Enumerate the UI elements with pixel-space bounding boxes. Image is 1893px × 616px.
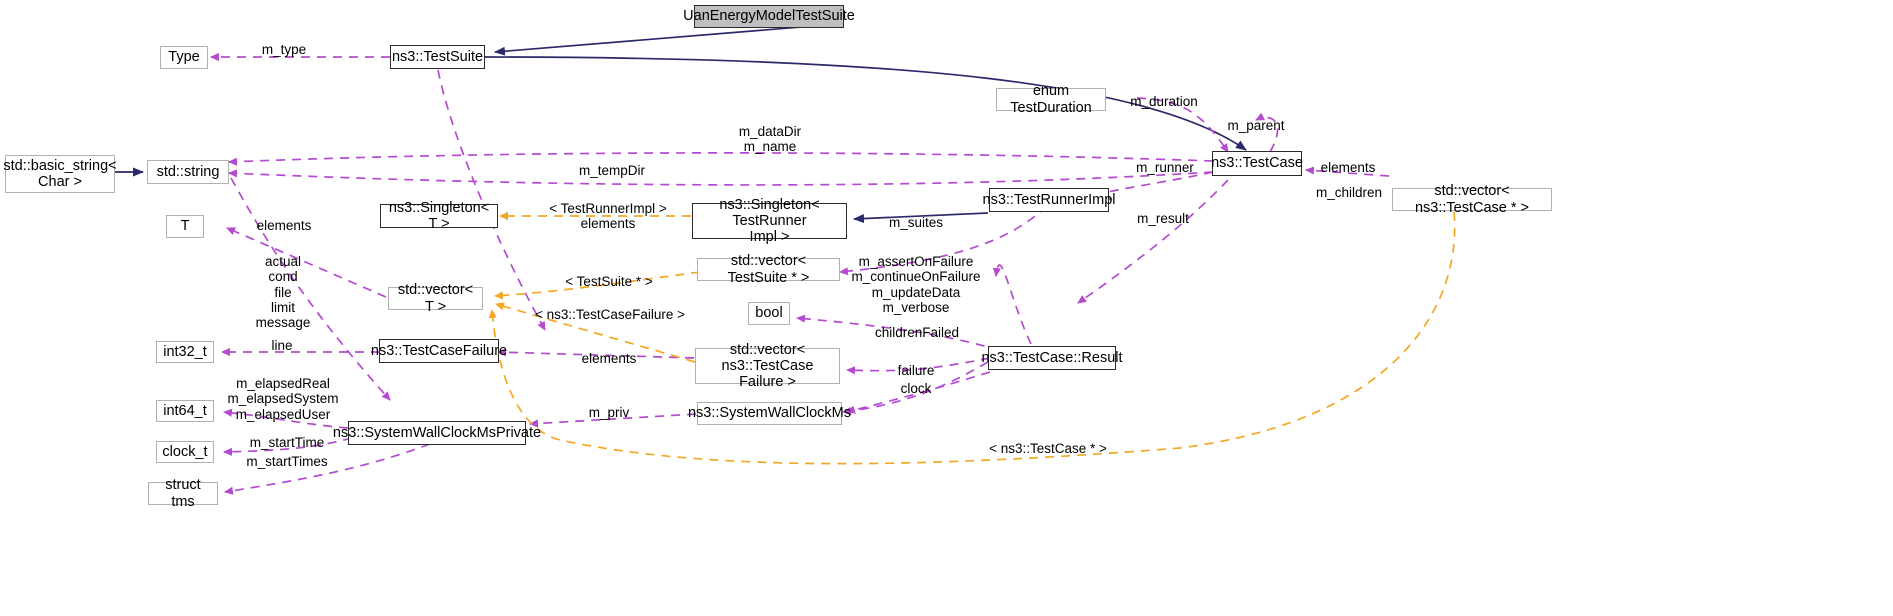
edge-label-elements-testcase: elements <box>1320 160 1376 175</box>
edge-label-template-testsuite-ptr: < TestSuite * > <box>565 274 653 289</box>
edge-label-testrunnerimpl-elements: < TestRunnerImpl > elements <box>549 201 667 232</box>
edge-label-elements-t: elements <box>256 218 312 233</box>
edge-label-elapsed-fields: m_elapsedReal m_elapsedSystem m_elapsedU… <box>227 376 339 422</box>
node-struct-tms[interactable]: struct tms <box>148 477 218 510</box>
node-ns3-systemwallclockmsprivate[interactable]: ns3::SystemWallClockMsPrivate <box>333 421 541 445</box>
node-std-basic-string[interactable]: std::basic_string< Char > <box>3 155 117 193</box>
edge-label-m-duration: m_duration <box>1130 94 1198 109</box>
edge-label-m-children: m_children <box>1315 185 1383 200</box>
node-vector-testsuite-ptr[interactable]: std::vector< TestSuite * > <box>697 253 840 286</box>
node-ns3-testcase[interactable]: ns3::TestCase <box>1211 151 1303 176</box>
node-template-t[interactable]: T <box>166 215 204 238</box>
node-enum-testduration[interactable]: enum TestDuration <box>996 83 1106 116</box>
edge-label-m-priv: m_priv <box>588 405 630 420</box>
edge-label-m-result: m_result <box>1137 211 1189 226</box>
edge-label-m-parent: m_parent <box>1227 118 1285 133</box>
edge-label-m-type: m_type <box>261 42 307 57</box>
edge-label-m-datadir-m-name: m_dataDir m_name <box>738 124 802 155</box>
edge-label-failure: failure <box>897 363 935 378</box>
node-vector-testcase-ptr[interactable]: std::vector< ns3::TestCase * > <box>1392 183 1552 216</box>
edge-label-childrenfailed: childrenFailed <box>874 325 960 340</box>
edge-label-m-suites: m_suites <box>888 215 944 230</box>
edge-label-testcasefailure-fields: actual cond file limit message <box>255 254 311 330</box>
node-bool[interactable]: bool <box>748 302 790 325</box>
node-ns3-testsuite[interactable]: ns3::TestSuite <box>390 45 485 69</box>
node-vector-testcasefailure[interactable]: std::vector< ns3::TestCase Failure > <box>695 342 840 390</box>
node-ns3-singleton-t[interactable]: ns3::Singleton< T > <box>380 200 498 232</box>
diagram-canvas: UanEnergyModelTestSuite Type ns3::TestSu… <box>0 0 1893 616</box>
edge-label-m-starttime: m_startTime <box>249 435 325 450</box>
node-vector-t[interactable]: std::vector< T > <box>388 282 483 315</box>
edge-label-m-tempdir: m_tempDir <box>578 163 646 178</box>
node-ns3-systemwallclockms[interactable]: ns3::SystemWallClockMs <box>688 402 851 425</box>
node-std-string[interactable]: std::string <box>147 160 229 184</box>
node-ns3-singleton-testrunnerimpl[interactable]: ns3::Singleton< TestRunner Impl > <box>692 197 847 245</box>
edge-label-m-starttimes: m_startTimes <box>246 454 328 469</box>
node-type[interactable]: Type <box>160 46 208 69</box>
node-ns3-testrunnerimpl[interactable]: ns3::TestRunnerImpl <box>983 188 1116 212</box>
edge-label-template-ns3-testcase-ptr: < ns3::TestCase * > <box>989 441 1107 456</box>
node-uan-energy-model-test-suite[interactable]: UanEnergyModelTestSuite <box>683 5 855 28</box>
node-int64-t[interactable]: int64_t <box>156 400 214 422</box>
template-edges <box>488 195 1456 465</box>
edge-label-m-runner: m_runner <box>1136 160 1194 175</box>
node-ns3-testcasefailure[interactable]: ns3::TestCaseFailure <box>371 339 507 363</box>
edge-label-elements-failure: elements <box>581 351 637 366</box>
edge-label-testcase-flags: m_assertOnFailure m_continueOnFailure m_… <box>851 254 981 315</box>
node-int32-t[interactable]: int32_t <box>156 341 214 363</box>
edge-label-clock: clock <box>900 381 932 396</box>
edge-label-line: line <box>271 338 293 353</box>
node-clock-t[interactable]: clock_t <box>156 441 214 463</box>
edge-label-template-ns3-testcasefailure: < ns3::TestCaseFailure > <box>534 307 686 322</box>
node-ns3-testcase-result[interactable]: ns3::TestCase::Result <box>981 346 1123 370</box>
